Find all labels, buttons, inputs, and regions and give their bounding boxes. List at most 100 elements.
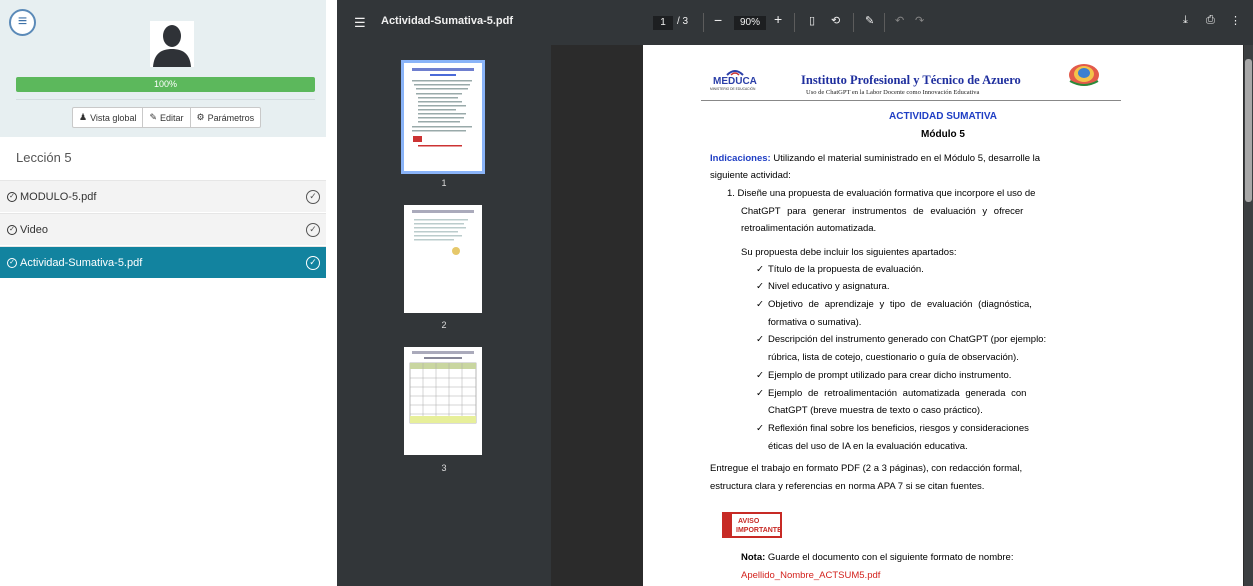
- divider: [16, 99, 315, 100]
- redo-icon[interactable]: ↷: [915, 14, 924, 27]
- lesson-item-label: MODULO-5.pdf: [20, 190, 97, 203]
- thumbnail-preview: [412, 68, 474, 147]
- bullet-4-cont: rúbrica, lista de cotejo, cuestionario o…: [768, 352, 1019, 363]
- progress-bar: 100%: [16, 77, 315, 92]
- print-icon[interactable]: ⎙: [1206, 14, 1215, 27]
- person-icon: ♟: [79, 112, 88, 122]
- aviso-text: AVISO: [738, 518, 760, 525]
- vista-global-button[interactable]: ♟ Vista global: [73, 108, 144, 127]
- bullet-text: Reflexión final sobre los beneficios, ri…: [768, 423, 1029, 434]
- fit-page-icon[interactable]: ▯: [809, 14, 815, 27]
- toolbar-separator: [703, 13, 704, 32]
- indicaciones-line-1: Indicaciones: Utilizando el material sum…: [710, 151, 1040, 167]
- institution-crest-icon: [1066, 59, 1102, 91]
- bullet-1: ✓ Título de la propuesta de evaluación.: [756, 262, 924, 278]
- pdf-page: MEDUCA MINISTERIO DE EDUCACIÓN Instituto…: [643, 45, 1243, 586]
- toolbar-separator: [794, 13, 795, 32]
- entregue-line-1: Entregue el trabajo en formato PDF (2 a …: [710, 463, 1023, 474]
- hamburger-icon[interactable]: ☰: [354, 15, 366, 31]
- module-title: Módulo 5: [921, 129, 965, 140]
- bullet-text: Objetivo de aprendizaje y tipo de evalua…: [768, 299, 1032, 310]
- gear-icon: ⚙: [196, 112, 205, 122]
- indicaciones-text: Utilizando el material suministrado en e…: [770, 153, 1041, 164]
- check-circle-icon: ✓: [7, 257, 17, 268]
- menu-toggle-button[interactable]: ≡: [9, 9, 36, 36]
- thumbnail-page-1[interactable]: [401, 60, 485, 174]
- thumbnail-sidebar: 1 2 3: [337, 45, 551, 586]
- editar-label: Editar: [160, 112, 184, 123]
- lesson-item-actividad-sumativa[interactable]: ✓ Actividad-Sumativa-5.pdf ✓: [0, 246, 326, 278]
- thumbnail-page-2[interactable]: [404, 205, 482, 313]
- bullet-text: Nivel educativo y asignatura.: [768, 281, 890, 292]
- institution-subtitle: Uso de ChatGPT en la Labor Docente como …: [806, 89, 980, 96]
- thumbnail-number: 2: [441, 320, 447, 330]
- thumbnail-number: 1: [441, 178, 447, 188]
- item-1-line-2: ChatGPT para generar instrumentos de eva…: [741, 206, 1024, 217]
- vista-global-label: Vista global: [90, 112, 137, 123]
- bullet-5: ✓ Ejemplo de prompt utilizado para crear …: [756, 368, 1011, 384]
- thumbnail-page-3[interactable]: [404, 347, 482, 455]
- indicaciones-label: Indicaciones:: [710, 153, 771, 164]
- annotate-icon[interactable]: ✎: [865, 14, 874, 27]
- zoom-in-button[interactable]: +: [774, 11, 782, 27]
- page-number-input[interactable]: 1: [653, 16, 673, 30]
- institution-title: Instituto Profesional y Técnico de Azuer…: [801, 73, 1021, 87]
- file-name: Actividad-Sumativa-5.pdf: [381, 15, 514, 27]
- lesson-item-label: Actividad-Sumativa-5.pdf: [20, 256, 143, 269]
- check-mark-icon: ✓: [756, 299, 764, 310]
- indicaciones-line-2: siguiente actividad:: [710, 170, 791, 181]
- check-mark-icon: ✓: [756, 264, 764, 275]
- sidebar-button-group: ♟ Vista global ✎ Editar ⚙ Parámetros: [72, 107, 262, 128]
- meduca-logo: MEDUCA MINISTERIO DE EDUCACIÓN: [707, 67, 767, 91]
- toolbar-separator: [884, 13, 885, 32]
- pencil-icon: ✎: [149, 112, 157, 122]
- check-mark-icon: ✓: [756, 388, 764, 399]
- entregue-line-2: estructura clara y referencias en norma …: [710, 481, 985, 492]
- thumbnail-preview: [412, 210, 474, 255]
- lesson-item-label: Video: [20, 223, 48, 236]
- vertical-scrollbar[interactable]: [1244, 45, 1253, 586]
- lesson-title: Lección 5: [16, 150, 72, 165]
- check-circle-icon: ✓: [7, 191, 17, 202]
- zoom-out-button[interactable]: −: [714, 12, 722, 28]
- download-icon[interactable]: ⤓: [1183, 14, 1188, 27]
- bullet-3-cont: formativa o sumativa).: [768, 317, 862, 328]
- check-mark-icon: ✓: [756, 281, 764, 292]
- header-rule: [701, 100, 1121, 101]
- logo-subtext: MINISTERIO DE EDUCACIÓN: [710, 86, 756, 91]
- nota-line: Nota: Guarde el documento con el siguien…: [741, 550, 1013, 566]
- parametros-button[interactable]: ⚙ Parámetros: [191, 108, 261, 127]
- bullet-2: ✓ Nivel educativo y asignatura.: [756, 279, 889, 295]
- avatar: [150, 21, 194, 67]
- importante-text: IMPORTANTE: [736, 527, 782, 534]
- completed-check-icon: ✓: [306, 189, 320, 204]
- pdf-viewer: ☰ Actividad-Sumativa-5.pdf 1 / 3 − 90% +…: [337, 0, 1253, 586]
- lesson-item-modulo-5[interactable]: ✓ MODULO-5.pdf ✓: [0, 180, 326, 212]
- logo-text: MEDUCA: [713, 76, 757, 87]
- check-mark-icon: ✓: [756, 423, 764, 434]
- check-mark-icon: ✓: [756, 370, 764, 381]
- zoom-input[interactable]: 90%: [734, 16, 766, 30]
- bullet-6-cont: ChatGPT (breve muestra de texto o caso p…: [768, 405, 983, 416]
- bullet-3: ✓ Objetivo de aprendizaje y tipo de evalu…: [756, 297, 1032, 313]
- rotate-icon[interactable]: ⟲: [831, 14, 840, 27]
- editar-button[interactable]: ✎ Editar: [143, 108, 191, 127]
- bullet-7: ✓ Reflexión final sobre los beneficios, r…: [756, 421, 1029, 437]
- thumbnail-number: 3: [441, 463, 447, 473]
- completed-check-icon: ✓: [306, 255, 320, 270]
- check-mark-icon: ✓: [756, 334, 764, 345]
- lesson-item-video[interactable]: ✓ Video ✓: [0, 213, 326, 245]
- item-1-line-1: 1. Diseñe una propuesta de evaluación fo…: [727, 188, 1036, 199]
- scrollbar-thumb[interactable]: [1245, 59, 1252, 202]
- toolbar-separator: [853, 13, 854, 32]
- bullet-text: Ejemplo de retroalimentación automatizad…: [768, 388, 1027, 399]
- bullet-text: Ejemplo de prompt utilizado para crear d…: [768, 370, 1012, 381]
- progress-label: 100%: [153, 79, 178, 89]
- activity-title: ACTIVIDAD SUMATIVA: [889, 111, 997, 122]
- check-circle-icon: ✓: [7, 224, 17, 235]
- more-options-icon[interactable]: ⋮: [1230, 14, 1241, 27]
- undo-icon[interactable]: ↶: [895, 14, 904, 27]
- hamburger-icon: ≡: [17, 13, 28, 30]
- thumbnail-preview: [409, 351, 477, 424]
- nota-file-name: Apellido_Nombre_ACTSUM5.pdf: [741, 570, 881, 581]
